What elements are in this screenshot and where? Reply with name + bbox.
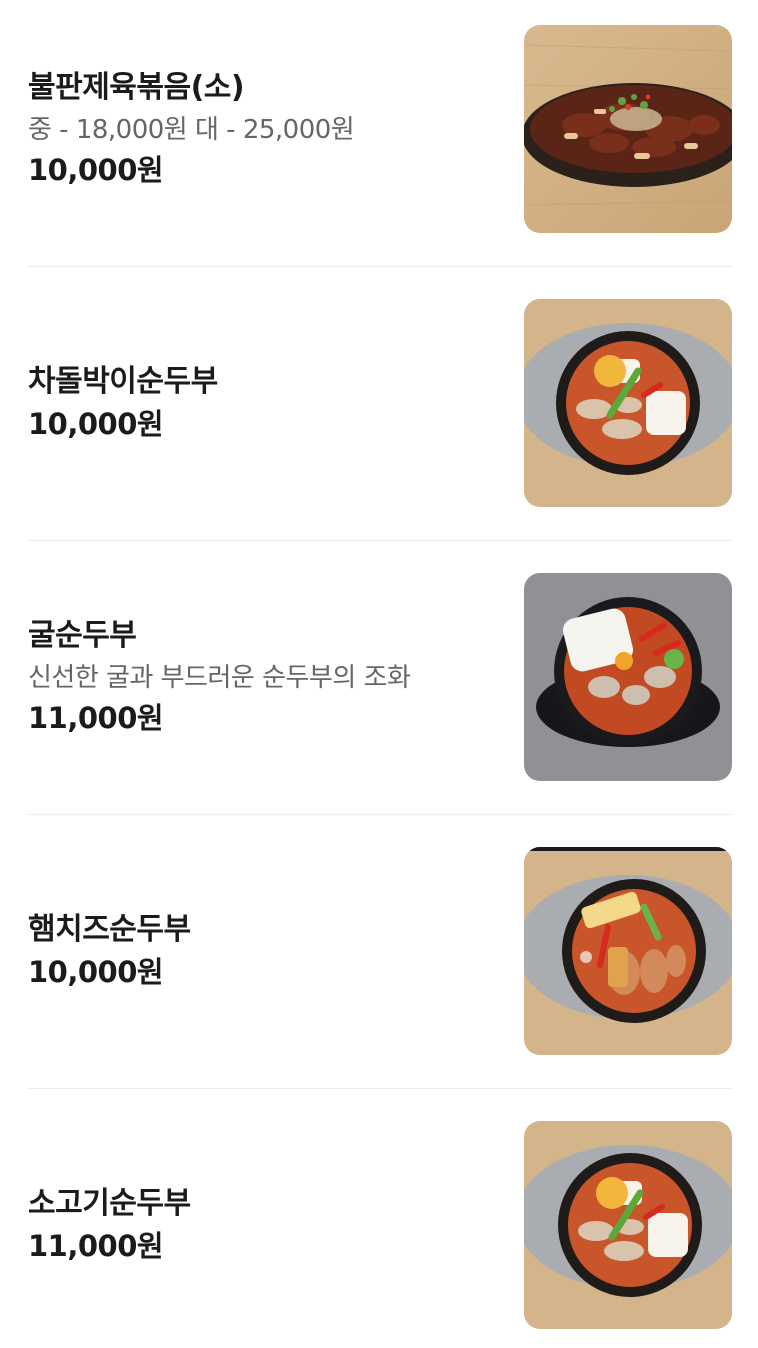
menu-item-price: 10,000원 xyxy=(28,407,164,441)
menu-item-photo[interactable] xyxy=(524,25,732,233)
menu-item-name: 햄치즈순두부 xyxy=(28,912,191,947)
menu-item-price: 11,000원 xyxy=(28,701,164,735)
menu-item-description: 신선한 굴과 부드러운 순두부의 조화 xyxy=(28,663,411,693)
menu-item-description: 중 - 18,000원 대 - 25,000원 xyxy=(28,115,355,145)
menu-item-info: 햄치즈순두부 10,000원 xyxy=(28,847,498,1055)
menu-item-brisket-sundubu[interactable]: 차돌박이순두부 10,000원 xyxy=(28,299,732,507)
menu-item-photo[interactable] xyxy=(524,1121,732,1329)
menu-item-photo[interactable] xyxy=(524,299,732,507)
menu-item-oyster-sundubu[interactable]: 굴순두부 신선한 굴과 부드러운 순두부의 조화 11,000원 xyxy=(28,573,732,781)
menu-item-price: 10,000원 xyxy=(28,955,164,989)
ham-cheese-sundubu-photo xyxy=(524,847,732,1055)
oyster-sundubu-photo xyxy=(524,573,732,781)
menu-item-info: 불판제육볶음(소) 중 - 18,000원 대 - 25,000원 10,000… xyxy=(28,25,498,233)
menu-item-name: 소고기순두부 xyxy=(28,1186,191,1221)
menu-item-info: 소고기순두부 11,000원 xyxy=(28,1121,498,1329)
menu-item-name: 차돌박이순두부 xyxy=(28,364,218,399)
beef-sundubu-photo xyxy=(524,1121,732,1329)
menu-item-photo[interactable] xyxy=(524,847,732,1055)
divider xyxy=(28,814,732,815)
menu-item-info: 굴순두부 신선한 굴과 부드러운 순두부의 조화 11,000원 xyxy=(28,573,498,781)
menu-list: 불판제육볶음(소) 중 - 18,000원 대 - 25,000원 10,000… xyxy=(0,0,758,1348)
menu-item-spicy-pork[interactable]: 불판제육볶음(소) 중 - 18,000원 대 - 25,000원 10,000… xyxy=(28,25,732,233)
menu-item-ham-cheese-sundubu[interactable]: 햄치즈순두부 10,000원 xyxy=(28,847,732,1055)
menu-item-name: 굴순두부 xyxy=(28,618,137,653)
menu-item-beef-sundubu[interactable]: 소고기순두부 11,000원 xyxy=(28,1121,732,1329)
brisket-sundubu-photo xyxy=(524,299,732,507)
divider xyxy=(28,1088,732,1089)
divider xyxy=(28,540,732,541)
menu-item-info: 차돌박이순두부 10,000원 xyxy=(28,299,498,507)
menu-item-price: 11,000원 xyxy=(28,1229,164,1263)
menu-item-name: 불판제육볶음(소) xyxy=(28,70,245,105)
menu-item-price: 10,000원 xyxy=(28,153,164,187)
divider xyxy=(28,266,732,267)
menu-item-photo[interactable] xyxy=(524,573,732,781)
spicy-pork-photo xyxy=(524,25,732,233)
